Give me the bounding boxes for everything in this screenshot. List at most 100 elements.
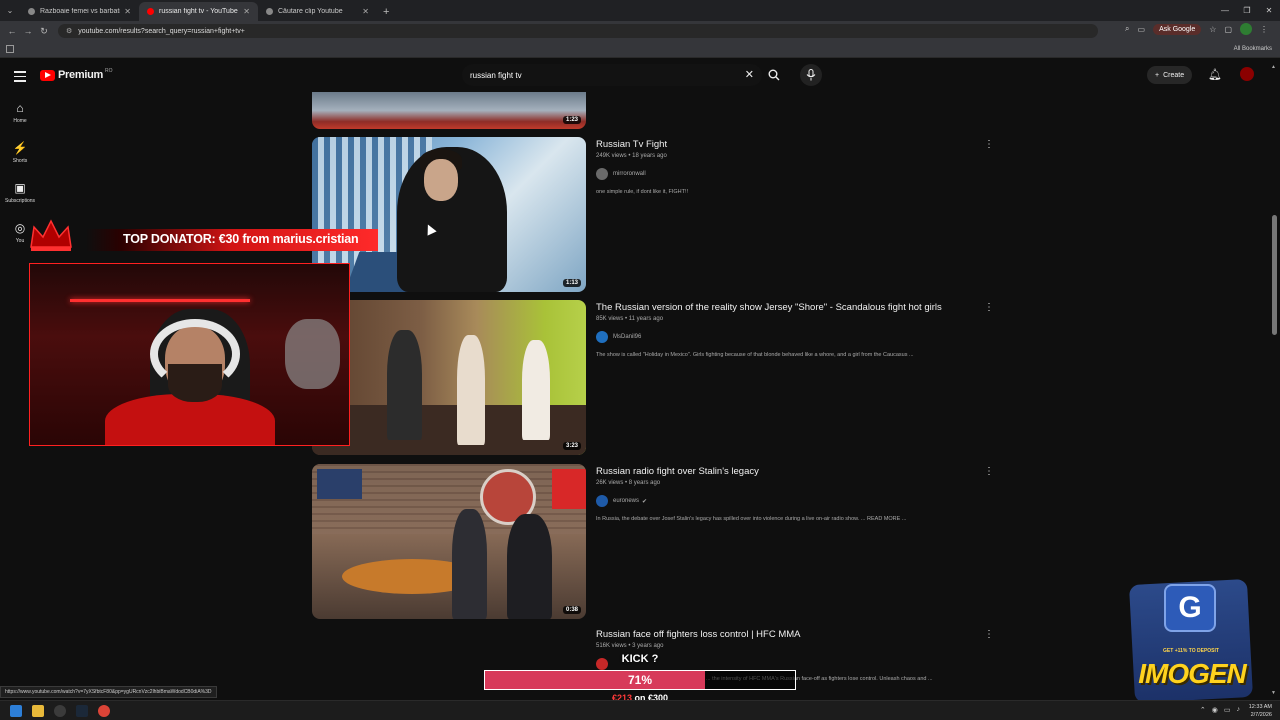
page-scrollbar[interactable] (1272, 215, 1277, 335)
close-icon[interactable]: ✕ (362, 7, 369, 16)
clear-search-icon[interactable]: ✕ (745, 68, 754, 81)
logo-text: Premium (58, 69, 103, 81)
promo-badge: G (1164, 584, 1216, 632)
video-description: The show is called "Holiday in Mexico". … (596, 352, 914, 358)
video-result[interactable]: 1:13 Russian Tv Fight 249K views • 18 ye… (312, 137, 1012, 292)
globe-icon (28, 8, 35, 15)
you-icon: ◎ (14, 220, 26, 235)
channel-name: euronews (613, 498, 640, 504)
tab-search-icon[interactable]: ⌄ (0, 0, 20, 21)
youtube-play-icon (40, 69, 55, 81)
video-info: Russian Tv Fight 249K views • 18 years a… (596, 139, 976, 195)
video-meta: 85K views • 11 years ago (596, 316, 664, 322)
video-title[interactable]: Russian radio fight over Stalin's legacy (596, 466, 976, 478)
restore-icon[interactable]: ❐ (1236, 0, 1258, 21)
back-icon[interactable]: ← (4, 26, 20, 36)
kick-goal-bar: 71% (484, 670, 796, 690)
search-query: russian fight tv (470, 70, 522, 80)
shorts-icon: ⚡ (12, 140, 28, 155)
steam-tray-icon[interactable]: ◉ (1212, 706, 1218, 714)
more-options-icon[interactable]: ⋮ (984, 139, 994, 150)
minimize-icon[interactable]: — (1214, 0, 1236, 21)
voice-search-button[interactable] (800, 64, 822, 86)
chrome-icon[interactable] (98, 705, 110, 717)
guide-item-shorts[interactable]: ⚡ Shorts (0, 132, 40, 172)
windows-taskbar: ⌃ ◉ ▭ ♪ 12:33 AM 2/7/2026 (0, 700, 1280, 720)
more-options-icon[interactable]: ⋮ (984, 629, 994, 640)
video-result[interactable]: 3:23 The Russian version of the reality … (312, 300, 1012, 455)
close-window-icon[interactable]: ✕ (1258, 0, 1280, 21)
cast-icon[interactable]: ▭ (1138, 25, 1146, 34)
more-options-icon[interactable]: ⋮ (984, 466, 994, 477)
taskbar-clock[interactable]: 12:33 AM 2/7/2026 (1249, 703, 1272, 719)
sponsor-promo: G GET +11% TO DEPOSIT IMOGEN (1110, 572, 1260, 704)
steam-icon[interactable] (76, 705, 88, 717)
more-options-icon[interactable]: ⋮ (984, 302, 994, 313)
tray-chevron-icon[interactable]: ⌃ (1200, 706, 1206, 714)
new-tab-icon[interactable]: + (383, 2, 389, 21)
channel-name: MsDanil96 (613, 334, 642, 340)
notifications-bell-icon[interactable]: 🔔︎ (1208, 68, 1222, 81)
search-icon (768, 69, 780, 81)
youtube-logo[interactable]: Premium RO (40, 68, 112, 81)
menu-hamburger-icon[interactable] (14, 71, 26, 85)
all-bookmarks-button[interactable]: All Bookmarks (1234, 46, 1272, 52)
forward-icon[interactable]: → (20, 26, 36, 36)
channel-avatar[interactable] (596, 168, 608, 180)
promo-brand: IMOGEN (1138, 658, 1247, 689)
window-controls: — ❐ ✕ (1214, 0, 1280, 21)
plus-icon: + (1155, 71, 1160, 79)
scroll-down-arrow-icon[interactable]: ▼ (1271, 690, 1276, 696)
menu-icon[interactable]: ⋮ (1260, 25, 1268, 34)
address-bar[interactable]: ⚙ youtube.com/results?search_query=russi… (58, 24, 1098, 38)
subscriptions-icon: ▣ (14, 180, 26, 195)
channel-avatar[interactable] (596, 495, 608, 507)
reload-icon[interactable]: ↻ (36, 26, 52, 37)
tab-label: russian fight tv - YouTube (159, 8, 238, 15)
search-button[interactable] (762, 64, 786, 86)
video-title[interactable]: The Russian version of the reality show … (596, 302, 986, 314)
video-thumbnail[interactable]: 0:38 (312, 464, 586, 619)
video-description: In Russia, the debate over Josef Stalin'… (596, 516, 907, 522)
star-icon[interactable]: ☆ (1209, 25, 1216, 34)
scroll-up-arrow-icon[interactable]: ▲ (1271, 64, 1276, 70)
file-explorer-icon[interactable] (32, 705, 44, 717)
video-title[interactable]: Russian Tv Fight (596, 139, 976, 151)
close-icon[interactable]: ✕ (243, 7, 250, 16)
guide-item-home[interactable]: ⌂ Home (0, 92, 40, 132)
close-icon[interactable]: ✕ (124, 7, 131, 16)
duration-badge: 0:38 (562, 606, 581, 614)
extensions-icon[interactable]: ▢ (1224, 25, 1232, 34)
guide-item-subscriptions[interactable]: ▣ Subscriptions (0, 172, 40, 212)
volume-icon[interactable]: ♪ (1237, 706, 1241, 714)
clock-time: 12:33 AM (1248, 704, 1272, 710)
channel-avatar[interactable] (596, 331, 608, 343)
account-avatar[interactable] (1240, 67, 1254, 81)
obs-icon[interactable] (54, 705, 66, 717)
channel-link[interactable]: euronews ✔ (596, 495, 976, 507)
search-input[interactable]: russian fight tv ✕ (462, 64, 762, 86)
guide-label: Shorts (12, 157, 28, 164)
tab-razboaie[interactable]: Razboaie femei vs barbati ✕ (20, 2, 139, 21)
tab-cautare[interactable]: Căutare clip Youtube ✕ (258, 2, 377, 21)
profile-avatar[interactable] (1240, 23, 1252, 35)
apps-icon[interactable] (6, 45, 14, 53)
video-meta: 249K views • 18 years ago (596, 153, 667, 159)
video-title[interactable]: Russian face off fighters loss control |… (596, 629, 976, 641)
video-thumbnail[interactable]: 3:23 (312, 300, 586, 455)
channel-link[interactable]: MsDanil96 (596, 331, 976, 343)
network-icon[interactable]: ▭ (1224, 706, 1231, 714)
video-result[interactable]: 0:38 Russian radio fight over Stalin's l… (312, 464, 1012, 619)
site-info-icon[interactable]: ⚙ (66, 27, 72, 35)
video-thumbnail-partial[interactable]: 1:23 (312, 92, 586, 129)
channel-link[interactable]: mirroronwall (596, 168, 976, 180)
tab-youtube[interactable]: russian fight tv - YouTube ✕ (139, 2, 258, 21)
youtube-icon (147, 8, 154, 15)
bookmarks-bar: All Bookmarks (0, 41, 1280, 58)
windows-start-icon[interactable] (10, 705, 22, 717)
create-button[interactable]: + Create (1147, 66, 1193, 84)
zoom-icon[interactable]: ⌕ (1125, 24, 1129, 34)
verified-badge-icon: ✔ (642, 498, 648, 505)
ask-google-button[interactable]: Ask Google (1153, 23, 1202, 35)
duration-badge: 1:13 (562, 279, 581, 287)
